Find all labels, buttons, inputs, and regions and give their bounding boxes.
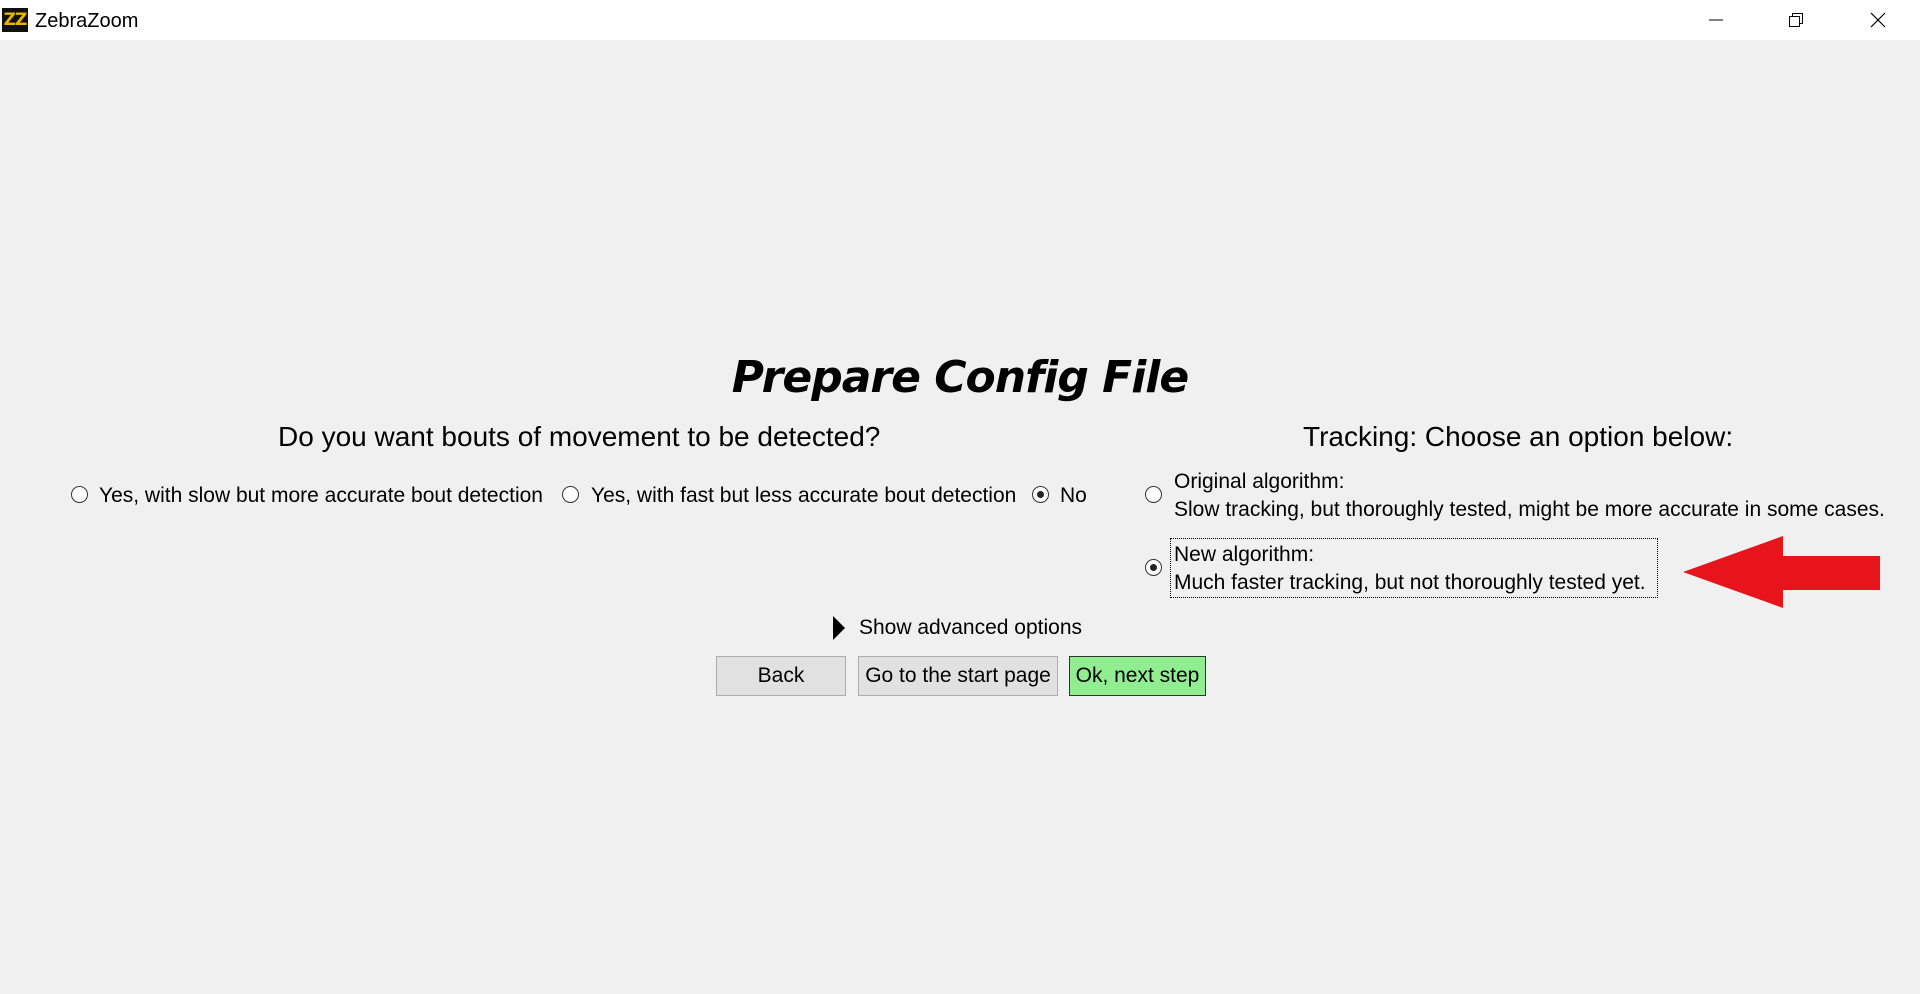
restore-button[interactable] [1756,0,1836,40]
close-button[interactable] [1838,0,1918,40]
zebrazoom-app-icon: ZZ [2,8,28,32]
algo-original-description[interactable]: Slow tracking, but thoroughly tested, mi… [1174,496,1885,524]
bouts-heading: Do you want bouts of movement to be dete… [278,421,881,452]
bouts-no-radio[interactable] [1032,486,1049,503]
algo-original-title[interactable]: Original algorithm: [1174,468,1344,496]
minimize-button[interactable] [1675,0,1755,40]
algo-new-radio[interactable] [1145,559,1162,576]
bouts-no-label[interactable]: No [1060,482,1087,510]
algo-original-radio[interactable] [1145,486,1162,503]
back-button[interactable]: Back [716,656,846,696]
window-title: ZebraZoom [35,10,139,32]
restore-icon [1789,13,1803,27]
close-icon [1870,12,1886,28]
bouts-fast-radio[interactable] [562,486,579,503]
tracking-heading: Tracking: Choose an option below: [1303,421,1734,452]
bouts-slow-radio[interactable] [71,486,88,503]
minimize-icon [1709,19,1723,21]
bouts-fast-label[interactable]: Yes, with fast but less accurate bout de… [591,482,1016,510]
bouts-slow-label[interactable]: Yes, with slow but more accurate bout de… [99,482,543,510]
red-arrow-annotation [1683,536,1880,608]
start-page-button[interactable]: Go to the start page [858,656,1058,696]
show-advanced-label[interactable]: Show advanced options [859,614,1082,642]
algo-new-title[interactable]: New algorithm: [1174,541,1314,569]
page-title: Prepare Config File [731,352,1189,403]
algo-new-description[interactable]: Much faster tracking, but not thoroughly… [1174,569,1646,597]
title-bar: ZZ ZebraZoom [0,0,1920,40]
next-step-button[interactable]: Ok, next step [1069,656,1206,696]
expand-arrow-icon [833,616,845,640]
